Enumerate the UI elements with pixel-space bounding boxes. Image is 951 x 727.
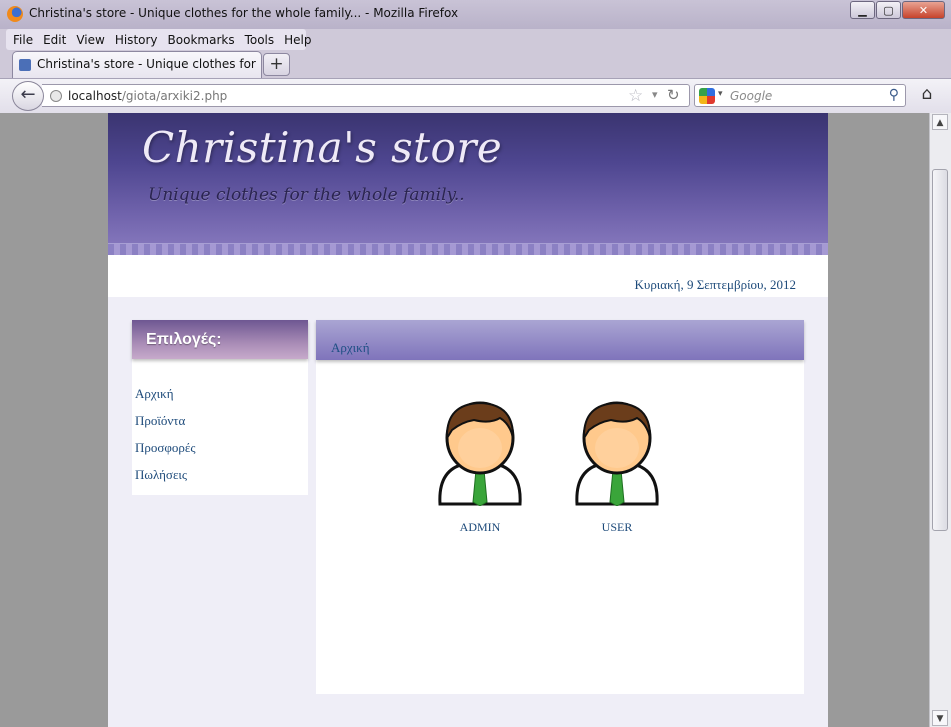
url-host: localhost bbox=[68, 89, 122, 103]
menu-history[interactable]: History bbox=[110, 33, 163, 47]
scroll-down-arrow-icon[interactable]: ▼ bbox=[932, 710, 948, 726]
scroll-up-arrow-icon[interactable]: ▲ bbox=[932, 114, 948, 130]
history-dropdown-icon[interactable]: ▾ bbox=[652, 88, 658, 101]
sidebar-menu: Αρχική Προϊόντα Προσφορές Πωλήσεις bbox=[135, 386, 195, 494]
tab-christinas-store[interactable]: Christina's store - Unique clothes for t… bbox=[12, 51, 262, 78]
reload-icon[interactable]: ↻ bbox=[667, 86, 680, 104]
google-engine-icon[interactable] bbox=[699, 88, 715, 104]
sidebar-item-sales[interactable]: Πωλήσεις bbox=[135, 467, 195, 494]
menu-help[interactable]: Help bbox=[279, 33, 316, 47]
user-label[interactable]: USER bbox=[562, 520, 672, 535]
new-tab-button[interactable]: + bbox=[263, 53, 290, 76]
sidebar-item-offers[interactable]: Προσφορές bbox=[135, 440, 195, 467]
back-button[interactable]: ← bbox=[12, 81, 44, 111]
url-path: /giota/arxiki2.php bbox=[121, 89, 228, 103]
page-viewport: Christina's store Unique clothes for the… bbox=[0, 113, 929, 727]
content-header: Αρχική bbox=[316, 320, 804, 360]
globe-icon bbox=[50, 90, 62, 102]
site-title: Christina's store bbox=[142, 123, 503, 172]
home-button[interactable]: ⌂ bbox=[914, 84, 940, 107]
sidebar-item-home[interactable]: Αρχική bbox=[135, 386, 195, 413]
sidebar-item-products[interactable]: Προϊόντα bbox=[135, 413, 195, 440]
main-content: Αρχική ADMIN USER bbox=[316, 320, 804, 694]
current-date: Κυριακή, 9 Σεπτεμβρίου, 2012 bbox=[634, 277, 797, 292]
search-icon[interactable]: ⚲ bbox=[889, 87, 899, 103]
page-container: Christina's store Unique clothes for the… bbox=[108, 113, 828, 727]
close-button[interactable]: ✕ bbox=[902, 1, 945, 19]
window-controls: ▁ ▢ ✕ bbox=[849, 1, 945, 19]
engine-dropdown-icon[interactable]: ▾ bbox=[718, 89, 723, 99]
search-placeholder: Google bbox=[730, 89, 773, 103]
bookmark-star-icon[interactable]: ☆ bbox=[628, 86, 643, 106]
menu-bar: File Edit View History Bookmarks Tools H… bbox=[6, 29, 312, 50]
maximize-button[interactable]: ▢ bbox=[876, 1, 901, 19]
menu-tools[interactable]: Tools bbox=[240, 33, 280, 47]
header-trim bbox=[108, 243, 828, 255]
search-bar[interactable]: ▾ Google ⚲ bbox=[694, 84, 906, 107]
tab-label: Christina's store - Unique clothes for t… bbox=[37, 57, 259, 71]
window-title: Christina's store - Unique clothes for t… bbox=[29, 6, 459, 20]
sidebar-header: Επιλογές: bbox=[132, 320, 308, 359]
url-text[interactable]: localhost/giota/arxiki2.php bbox=[68, 89, 227, 103]
sidebar: Επιλογές: Αρχική Προϊόντα Προσφορές Πωλή… bbox=[132, 320, 308, 495]
user-card[interactable]: USER bbox=[562, 394, 672, 535]
sidebar-heading: Επιλογές: bbox=[146, 331, 222, 348]
site-header: Christina's store Unique clothes for the… bbox=[108, 113, 828, 255]
admin-label[interactable]: ADMIN bbox=[425, 520, 535, 535]
menu-file[interactable]: File bbox=[8, 33, 38, 47]
menu-bookmarks[interactable]: Bookmarks bbox=[163, 33, 240, 47]
user-avatar-icon[interactable] bbox=[571, 394, 663, 506]
site-subtitle: Unique clothes for the whole family.. bbox=[148, 185, 465, 205]
minimize-button[interactable]: ▁ bbox=[850, 1, 875, 19]
firefox-logo-icon bbox=[7, 6, 23, 22]
breadcrumb[interactable]: Αρχική bbox=[331, 340, 370, 356]
navigation-toolbar: localhost/giota/arxiki2.php ☆ ▾ ↻ ← ▾ Go… bbox=[0, 78, 951, 113]
tab-strip: Christina's store - Unique clothes for t… bbox=[0, 50, 951, 78]
favicon-icon bbox=[19, 59, 31, 71]
menu-edit[interactable]: Edit bbox=[38, 33, 71, 47]
vertical-scrollbar[interactable]: ▲ ▼ bbox=[929, 113, 951, 727]
admin-card[interactable]: ADMIN bbox=[425, 394, 535, 535]
admin-avatar-icon[interactable] bbox=[434, 394, 526, 506]
scroll-thumb[interactable] bbox=[932, 169, 948, 531]
window-titlebar: Christina's store - Unique clothes for t… bbox=[0, 0, 951, 29]
date-bar: Κυριακή, 9 Σεπτεμβρίου, 2012 bbox=[108, 255, 828, 297]
address-bar[interactable]: localhost/giota/arxiki2.php ☆ ▾ ↻ bbox=[42, 84, 690, 107]
menu-view[interactable]: View bbox=[71, 33, 109, 47]
